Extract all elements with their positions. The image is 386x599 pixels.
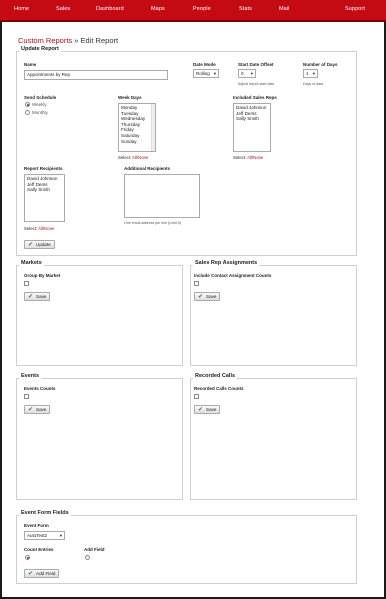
week-days-label: Week Days [118,95,142,100]
num-days-hint: Days of data [303,82,324,86]
start-offset-select[interactable]: 0 [238,69,256,78]
sales-rep-assignments-legend: Sales Rep Assignments [193,260,260,266]
markets-save-button[interactable]: ✔ Save [24,292,51,301]
date-mode-label: Date Mode [193,62,216,67]
select-none-link[interactable]: None [138,155,148,160]
reps-select-links: Select: All/None [233,155,264,160]
recorded-calls-counts-checkbox[interactable] [194,394,199,399]
events-save-button[interactable]: ✔ Save [24,405,51,414]
check-icon: ✔ [28,242,34,248]
num-days-select[interactable]: 1 [303,69,318,78]
group-by-market-checkbox[interactable] [24,281,29,286]
week-day-option[interactable]: Sunday [121,139,153,145]
nav-mail[interactable]: Mail [279,6,289,12]
num-days-label: Number of Days [303,62,338,67]
sales-rep-save-button[interactable]: ✔ Save [194,292,221,301]
check-icon: ✔ [28,407,34,413]
additional-recipients-textarea[interactable] [124,174,200,218]
add-field-radio[interactable] [85,555,90,560]
schedule-monthly-label: Monthly [32,110,48,115]
check-icon: ✔ [198,407,204,413]
recorded-calls-save-button[interactable]: ✔ Save [194,405,221,414]
recorded-calls-counts-label: Recorded Calls Counts [194,386,244,391]
recipient-option[interactable]: Sally Smith [27,187,62,193]
schedule-weekly-label: Weekly [32,102,47,107]
nav-dashboard[interactable]: Dashboard [96,6,124,12]
include-contact-counts-label: Include Contact Assignment Counts [194,273,272,278]
add-field-label: Add Field [84,547,105,552]
nav-home[interactable]: Home [14,6,29,12]
date-mode-select[interactable]: Rolling [193,69,219,78]
markets-legend: Markets [19,260,44,266]
recorded-calls-panel [190,378,357,500]
select-none-link[interactable]: None [44,226,54,231]
event-form-fields-legend: Event Form Fields [19,510,71,516]
schedule-monthly-radio[interactable] [25,110,30,115]
recipients-listbox[interactable]: David Johnson Jeff Dems Sally Smith [24,174,65,222]
breadcrumb-separator: » [74,36,79,45]
start-offset-hint: Adjust report start date [238,82,275,86]
included-reps-listbox[interactable]: David Johnson Jeff Dems Sally Smith [233,103,271,152]
recipients-label: Report Recipients [24,166,63,171]
event-form-select[interactable]: AutoTest2 [24,531,65,540]
top-nav-bar: Home Sales Dashboard Maps People Stats M… [0,0,386,22]
scrollbar[interactable] [151,104,155,151]
recorded-calls-legend: Recorded Calls [193,373,238,379]
week-days-select-links: Select: All/None [118,155,149,160]
schedule-weekly-radio[interactable] [25,102,30,107]
nav-maps[interactable]: Maps [151,6,165,12]
breadcrumb: Custom Reports » Edit Report [18,36,118,45]
send-schedule-label: Send Schedule [24,95,57,100]
check-icon: ✔ [28,294,34,300]
name-input[interactable]: Appointments by Rep [24,70,168,80]
events-legend: Events [19,373,42,379]
check-icon: ✔ [198,294,204,300]
breadcrumb-link-custom-reports[interactable]: Custom Reports [18,36,72,45]
update-button[interactable]: ✔ Update [24,240,55,249]
recipients-select-links: Select: All/None [24,226,55,231]
name-label: Name [24,62,37,67]
events-panel [16,378,183,500]
rep-option[interactable]: Sally Smith [236,116,268,122]
select-none-link[interactable]: None [253,155,263,160]
included-reps-label: Included Sales Reps [233,95,277,100]
events-counts-label: Events Counts [24,386,56,391]
nav-people[interactable]: People [193,6,211,12]
add-field-button[interactable]: ✔ Add Field [24,569,60,578]
additional-recipients-hint: One email address per line (Limit 5) [124,221,181,225]
group-by-market-label: Group By Market [24,273,61,278]
nav-stats[interactable]: Stats [239,6,252,12]
nav-support[interactable]: Support [345,6,365,12]
sales-rep-assignments-panel [190,265,357,366]
start-offset-label: Start Date Offset [238,62,274,67]
count-entries-radio[interactable] [25,555,30,560]
week-days-listbox[interactable]: Monday Tuesday Wednesday Thursday Friday… [118,103,156,152]
recipient-option[interactable]: David Johnson [27,176,62,182]
events-counts-checkbox[interactable] [24,394,29,399]
event-form-label: Event Form [24,523,49,528]
breadcrumb-current: Edit Report [80,36,119,45]
include-contact-counts-checkbox[interactable] [194,281,199,286]
count-entries-label: Count Entries [24,547,54,552]
markets-panel [16,265,183,366]
update-report-legend: Update Report [19,46,61,52]
rep-option[interactable]: David Johnson [236,105,268,111]
check-icon: ✔ [28,571,34,577]
additional-recipients-label: Additional Recipients [124,166,171,171]
nav-sales[interactable]: Sales [56,6,70,12]
event-form-fields-panel [16,515,357,584]
